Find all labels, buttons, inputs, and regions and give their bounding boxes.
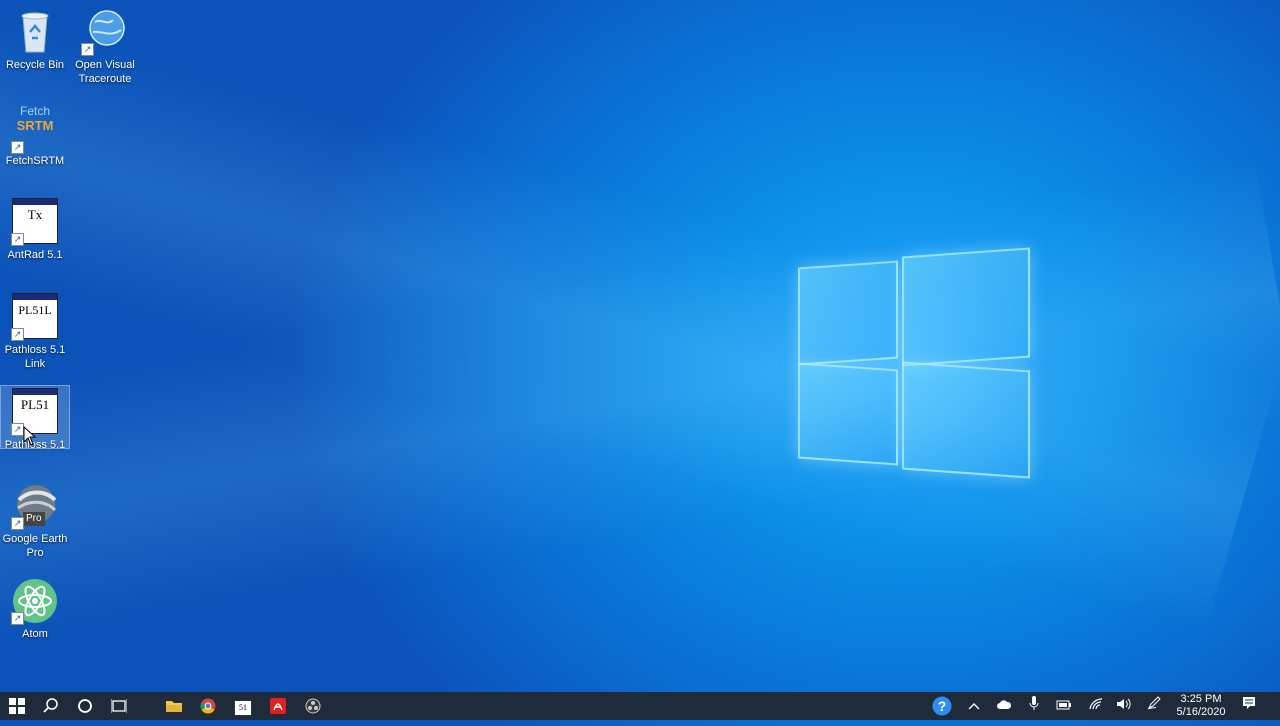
desktop-icon-pathloss-link[interactable]: PL51L ↗ Pathloss 5.1 Link [1, 291, 69, 371]
clock-time: 3:25 PM [1180, 693, 1222, 705]
logo-pane [902, 361, 1030, 479]
help-icon: ? [932, 696, 952, 716]
volume-tray[interactable] [1111, 692, 1137, 720]
recycle-bin-label: Recycle Bin [5, 59, 65, 71]
pathloss-link-art: PL51L [18, 303, 52, 317]
taskbar: 51 ? 3:25 PM 5/16/2020 [0, 692, 1280, 720]
start-button[interactable] [0, 692, 34, 720]
antrad-art: Tx [27, 207, 43, 222]
atom-icon: ↗ [11, 577, 59, 625]
antrad-label: AntRad 5.1 [7, 249, 63, 261]
logo-pane [798, 362, 898, 466]
taskbar-obs[interactable] [296, 692, 330, 720]
google-earth-icon: Pro ↗ [11, 482, 59, 530]
microphone-tray[interactable] [1021, 692, 1047, 720]
taskbar-acrobat[interactable] [261, 692, 295, 720]
battery-tray[interactable] [1051, 692, 1077, 720]
desktop[interactable]: Recycle Bin ↗ Open Visual Traceroute Fet… [0, 0, 1280, 692]
taskbar-chrome[interactable] [191, 692, 225, 720]
pen-tray[interactable] [1141, 692, 1167, 720]
pathloss-art: PL51 [20, 397, 50, 412]
wifi-icon [1089, 698, 1103, 710]
atom-label: Atom [22, 628, 48, 640]
desktop-icon-visual-traceroute[interactable]: ↗ Open Visual Traceroute [71, 8, 139, 86]
shortcut-arrow-icon: ↗ [81, 43, 94, 56]
tray-overflow-button[interactable] [961, 692, 987, 720]
svg-text:?: ? [938, 698, 947, 714]
search-icon [43, 698, 58, 713]
battery-icon [1056, 700, 1071, 710]
shortcut-arrow-icon: ↗ [11, 141, 24, 154]
logo-pane [902, 247, 1030, 367]
fetchsrtm-icon: Fetch SRTM ↗ [11, 104, 59, 154]
mouse-pointer-icon [23, 426, 37, 446]
microphone-icon [1029, 696, 1039, 710]
shortcut-arrow-icon: ↗ [11, 612, 24, 625]
taskbar-clock[interactable]: 3:25 PM 5/16/2020 [1168, 692, 1234, 719]
logo-pane [798, 260, 898, 366]
cloud-icon [997, 700, 1012, 709]
google-earth-art: Pro [23, 512, 45, 526]
search-button[interactable] [34, 692, 68, 720]
fetchsrtm-art-bottom: SRTM [16, 118, 54, 133]
pathloss-link-icon: PL51L ↗ [11, 293, 59, 341]
onedrive-tray[interactable] [991, 692, 1017, 720]
help-button[interactable]: ? [929, 692, 955, 720]
desktop-icon-fetchsrtm[interactable]: Fetch SRTM ↗ FetchSRTM [1, 104, 69, 168]
pathloss-taskbar-icon: 51 [234, 700, 252, 716]
folder-icon [166, 701, 182, 712]
cortana-button[interactable] [68, 692, 102, 720]
obs-icon [305, 698, 321, 714]
antrad-icon: Tx ↗ [11, 198, 59, 246]
action-center-button[interactable] [1236, 692, 1262, 720]
shortcut-arrow-icon: ↗ [11, 233, 24, 246]
taskbar-pathloss[interactable]: 51 [226, 692, 260, 720]
pathloss-link-label: Pathloss 5.1 Link [4, 344, 66, 370]
globe-icon: ↗ [81, 8, 129, 56]
notification-icon [1243, 697, 1255, 709]
desktop-icon-google-earth[interactable]: Pro ↗ Google Earth Pro [1, 482, 69, 560]
fetchsrtm-label: FetchSRTM [5, 155, 65, 167]
shortcut-arrow-icon: ↗ [11, 517, 24, 530]
windows-logo-wallpaper [796, 242, 1030, 482]
task-view-icon [110, 699, 128, 713]
task-view-button[interactable] [102, 692, 136, 720]
chevron-up-icon [968, 703, 980, 710]
google-earth-label: Google Earth Pro [2, 533, 68, 559]
desktop-icon-atom[interactable]: ↗ Atom [1, 577, 69, 641]
network-tray[interactable] [1083, 692, 1109, 720]
windows-start-icon [9, 698, 25, 714]
fetchsrtm-art-top: Fetch [19, 104, 50, 118]
speaker-icon [1117, 698, 1131, 710]
taskbar-file-explorer[interactable] [157, 692, 191, 720]
pen-icon [1147, 696, 1161, 710]
clock-date: 5/16/2020 [1176, 706, 1226, 718]
desktop-icon-recycle-bin[interactable]: Recycle Bin [1, 8, 69, 72]
chrome-icon [200, 698, 216, 714]
shortcut-arrow-icon: ↗ [11, 328, 24, 341]
visual-traceroute-label: Open Visual Traceroute [75, 59, 135, 85]
cortana-circle-icon [78, 699, 92, 713]
desktop-icon-antrad[interactable]: Tx ↗ AntRad 5.1 [1, 196, 69, 262]
recycle-bin-icon [11, 8, 59, 56]
acrobat-icon [270, 698, 286, 714]
